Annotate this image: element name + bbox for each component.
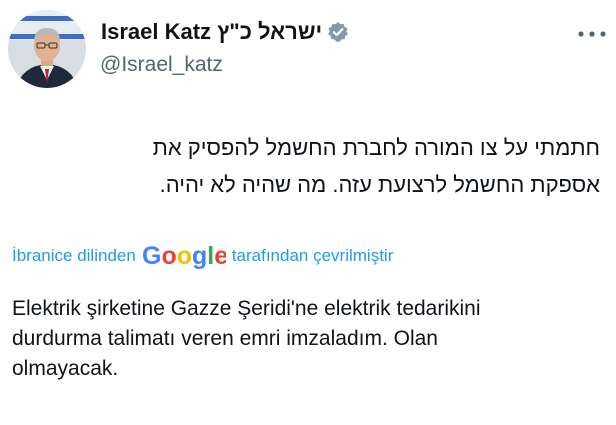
more-options-icon[interactable] [575, 24, 609, 44]
post-original-line: חתמתי על צו המורה לחברת החשמל להפסיק את [152, 135, 600, 160]
translation-suffix[interactable]: tarafından çevrilmiştir [232, 246, 394, 266]
translation-attribution[interactable]: İbranice dilinden Google tarafından çevr… [12, 241, 393, 271]
author-name[interactable]: Israel Katz ישראל כ"ץ [101, 19, 322, 45]
avatar-image [8, 10, 86, 88]
post-translated-line: olmayacak. [12, 357, 119, 380]
verified-badge-icon [328, 22, 349, 42]
author-handle[interactable]: @Israel_katz [100, 52, 223, 78]
post-original-line: אספקת החשמל לרצועת עזה. מה שהיה לא יהיה. [159, 172, 600, 197]
post-translated-line: durdurma talimatı veren emri imzaladım. … [12, 327, 438, 350]
avatar[interactable] [8, 10, 86, 88]
translation-prefix[interactable]: İbranice dilinden [12, 246, 136, 266]
post-translated-text: Elektrik şirketine Gazze Şeridi'ne elekt… [12, 294, 612, 384]
svg-text:Google: Google [142, 242, 226, 270]
google-logo-icon: Google [142, 242, 226, 270]
author-name-row[interactable]: Israel Katz ישראל כ"ץ [101, 19, 349, 45]
post-translated-line: Elektrik şirketine Gazze Şeridi'ne elekt… [12, 297, 481, 320]
post-original-text: חתמתי על צו המורה לחברת החשמל להפסיק את … [0, 129, 600, 203]
